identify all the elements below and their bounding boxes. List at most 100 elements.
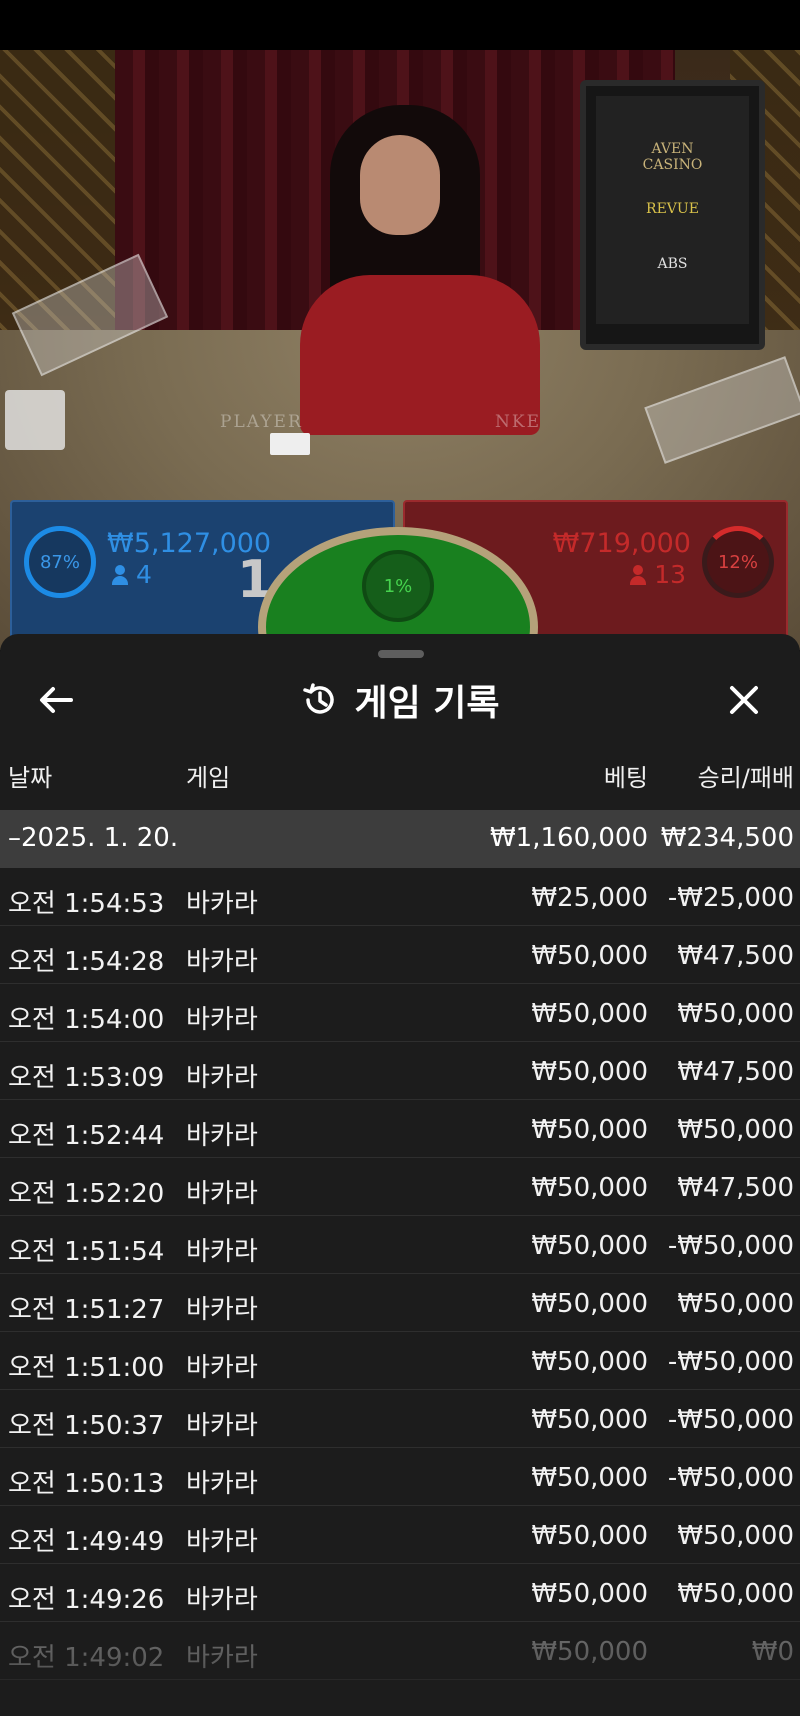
close-button[interactable] bbox=[718, 674, 770, 726]
row-game: 바카라 bbox=[186, 1411, 258, 1441]
row-bet: ₩50,000 bbox=[531, 1057, 648, 1087]
row-result: ₩47,500 bbox=[677, 1173, 794, 1203]
history-row[interactable]: 오전 1:54:00 바카라 ₩50,000 ₩50,000 bbox=[0, 984, 800, 1042]
close-icon bbox=[730, 686, 758, 714]
row-result: ₩50,000 bbox=[677, 999, 794, 1029]
group-date: –2025. 1. 20. bbox=[8, 823, 179, 853]
history-list: 오전 1:54:53 바카라 ₩25,000 -₩25,000 오전 1:54:28 바… bbox=[0, 868, 800, 1680]
row-time: 오전 1:51:54 bbox=[8, 1237, 165, 1267]
row-result: -₩50,000 bbox=[667, 1463, 794, 1493]
row-time: 오전 1:49:02 bbox=[8, 1643, 165, 1673]
row-time: 오전 1:52:20 bbox=[8, 1179, 165, 1209]
player-bettor-count: 4 bbox=[112, 560, 152, 589]
row-bet: ₩50,000 bbox=[531, 1405, 648, 1435]
dealer bbox=[300, 105, 540, 435]
row-game: 바카라 bbox=[186, 947, 258, 977]
row-time: 오전 1:50:37 bbox=[8, 1411, 165, 1441]
row-result: ₩47,500 bbox=[677, 1057, 794, 1087]
drag-handle[interactable] bbox=[378, 650, 424, 658]
row-bet: ₩50,000 bbox=[531, 999, 648, 1029]
row-game: 바카라 bbox=[186, 1643, 258, 1673]
arrow-left-icon bbox=[40, 687, 73, 713]
row-game: 바카라 bbox=[186, 1527, 258, 1557]
date-group-row[interactable]: –2025. 1. 20. ₩1,160,000 ₩234,500 bbox=[0, 810, 800, 868]
history-row[interactable]: 오전 1:53:09 바카라 ₩50,000 ₩47,500 bbox=[0, 1042, 800, 1100]
column-header-date: 날짜 bbox=[8, 764, 53, 792]
row-time: 오전 1:49:26 bbox=[8, 1585, 165, 1615]
history-row[interactable]: 오전 1:49:26 바카라 ₩50,000 ₩50,000 bbox=[0, 1564, 800, 1622]
history-row[interactable]: 오전 1:52:20 바카라 ₩50,000 ₩47,500 bbox=[0, 1158, 800, 1216]
banker-percent-ring: 12% bbox=[702, 526, 774, 598]
history-row[interactable]: 오전 1:51:00 바카라 ₩50,000 -₩50,000 bbox=[0, 1332, 800, 1390]
row-game: 바카라 bbox=[186, 1469, 258, 1499]
row-bet: ₩50,000 bbox=[531, 1347, 648, 1377]
row-bet: ₩50,000 bbox=[531, 1463, 648, 1493]
player-percent: 87% bbox=[39, 551, 80, 573]
row-game: 바카라 bbox=[186, 1237, 258, 1267]
row-time: 오전 1:54:53 bbox=[8, 889, 165, 919]
sponsor-logo-abs: ABS bbox=[657, 256, 688, 272]
game-history-sheet: 게임 기록 날짜 게임 베팅 승리/패배 –2025. 1. 20. ₩1,16… bbox=[0, 634, 800, 1716]
sheet-title: 게임 기록 bbox=[354, 683, 500, 724]
row-bet: ₩25,000 bbox=[531, 883, 648, 913]
history-row[interactable]: 오전 1:50:13 바카라 ₩50,000 -₩50,000 bbox=[0, 1448, 800, 1506]
dealt-card bbox=[270, 433, 310, 455]
row-bet: ₩50,000 bbox=[531, 1521, 648, 1551]
row-game: 바카라 bbox=[186, 1179, 258, 1209]
row-bet: ₩50,000 bbox=[531, 1231, 648, 1261]
player-percent-ring: 87% bbox=[24, 526, 96, 598]
banker-percent: 12% bbox=[717, 551, 758, 573]
row-result: -₩50,000 bbox=[667, 1231, 794, 1261]
group-total-result: ₩234,500 bbox=[660, 823, 794, 853]
row-bet: ₩50,000 bbox=[531, 1173, 648, 1203]
player-bettors: 4 bbox=[136, 560, 152, 589]
history-row[interactable]: 오전 1:52:44 바카라 ₩50,000 ₩50,000 bbox=[0, 1100, 800, 1158]
history-row[interactable]: 오전 1:49:49 바카라 ₩50,000 ₩50,000 bbox=[0, 1506, 800, 1564]
row-time: 오전 1:54:28 bbox=[8, 947, 165, 977]
sponsor-monitor: AVEN CASINO REVUE ABS bbox=[580, 80, 765, 350]
history-row[interactable]: 오전 1:49:02 바카라 ₩50,000 ₩0 bbox=[0, 1622, 800, 1680]
row-time: 오전 1:53:09 bbox=[8, 1063, 165, 1093]
row-time: 오전 1:51:00 bbox=[8, 1353, 165, 1383]
banker-total-bet: ₩719,000 bbox=[552, 528, 691, 559]
row-result: ₩50,000 bbox=[677, 1289, 794, 1319]
row-bet: ₩50,000 bbox=[531, 1289, 648, 1319]
tie-percent: 1% bbox=[383, 575, 413, 597]
banker-bettor-count: 13 bbox=[630, 560, 686, 589]
row-time: 오전 1:49:49 bbox=[8, 1527, 165, 1557]
group-total-bet: ₩1,160,000 bbox=[489, 823, 648, 853]
history-row[interactable]: 오전 1:54:53 바카라 ₩25,000 -₩25,000 bbox=[0, 868, 800, 926]
row-time: 오전 1:52:44 bbox=[8, 1121, 165, 1151]
row-game: 바카라 bbox=[186, 889, 258, 919]
row-bet: ₩50,000 bbox=[531, 1579, 648, 1609]
row-bet: ₩50,000 bbox=[531, 1637, 648, 1667]
history-row[interactable]: 오전 1:50:37 바카라 ₩50,000 -₩50,000 bbox=[0, 1390, 800, 1448]
sponsor-logo-aven: AVEN CASINO bbox=[642, 141, 703, 173]
row-result: -₩25,000 bbox=[667, 883, 794, 913]
sponsor-logo-revue: REVUE bbox=[646, 201, 699, 217]
row-result: -₩50,000 bbox=[667, 1347, 794, 1377]
row-result: ₩50,000 bbox=[677, 1579, 794, 1609]
tie-percent-ring: 1% bbox=[362, 550, 434, 622]
row-bet: ₩50,000 bbox=[531, 1115, 648, 1145]
history-row[interactable]: 오전 1:51:27 바카라 ₩50,000 ₩50,000 bbox=[0, 1274, 800, 1332]
row-time: 오전 1:51:27 bbox=[8, 1295, 165, 1325]
history-row[interactable]: 오전 1:54:28 바카라 ₩50,000 ₩47,500 bbox=[0, 926, 800, 984]
row-game: 바카라 bbox=[186, 1121, 258, 1151]
row-result: ₩50,000 bbox=[677, 1521, 794, 1551]
row-game: 바카라 bbox=[186, 1353, 258, 1383]
history-row[interactable]: 오전 1:51:54 바카라 ₩50,000 -₩50,000 bbox=[0, 1216, 800, 1274]
back-button[interactable] bbox=[30, 674, 82, 726]
row-game: 바카라 bbox=[186, 1063, 258, 1093]
row-result: ₩0 bbox=[751, 1637, 794, 1667]
person-icon bbox=[112, 564, 128, 585]
card-stack bbox=[5, 390, 65, 450]
status-bar bbox=[0, 0, 800, 50]
row-time: 오전 1:50:13 bbox=[8, 1469, 165, 1499]
sheet-header: 게임 기록 bbox=[0, 664, 800, 744]
row-result: ₩47,500 bbox=[677, 941, 794, 971]
row-game: 바카라 bbox=[186, 1585, 258, 1615]
row-time: 오전 1:54:00 bbox=[8, 1005, 165, 1035]
row-result: -₩50,000 bbox=[667, 1405, 794, 1435]
row-game: 바카라 bbox=[186, 1005, 258, 1035]
